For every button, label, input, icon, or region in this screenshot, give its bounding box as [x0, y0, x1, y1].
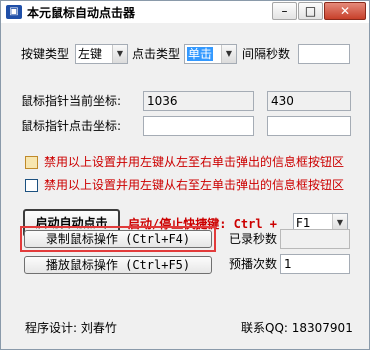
window-title: 本元鼠标自动点击器	[27, 6, 136, 20]
current-y-field: 430	[267, 91, 351, 111]
click-y-input[interactable]	[267, 116, 351, 136]
designer-credit: 程序设计: 刘春竹	[25, 321, 117, 335]
interval-input[interactable]	[298, 44, 350, 64]
record-mouse-button[interactable]: 录制鼠标操作 (Ctrl+F4)	[24, 230, 212, 248]
left-to-right-checkbox[interactable]	[25, 156, 38, 169]
click-type-value: 单击	[187, 47, 214, 61]
maximize-button[interactable]: □	[298, 2, 323, 20]
click-type-label: 点击类型	[132, 47, 181, 61]
hotkey-value: F1	[296, 216, 311, 230]
title-bar[interactable]: ▣ 本元鼠标自动点击器 – □ ✕	[1, 1, 369, 23]
click-coord-label: 鼠标指针点击坐标:	[21, 119, 122, 133]
current-coord-label: 鼠标指针当前坐标:	[21, 94, 122, 108]
right-to-left-checkbox[interactable]	[25, 179, 38, 192]
app-icon: ▣	[6, 5, 22, 19]
repeat-count-label: 预播次数	[229, 257, 278, 271]
right-to-left-label: 禁用以上设置并用左键从右至左单击弹出的信息框按钮区	[44, 178, 345, 192]
click-x-input[interactable]	[143, 116, 254, 136]
close-button[interactable]: ✕	[324, 2, 366, 20]
key-type-value: 左键	[78, 47, 103, 61]
current-x-field: 1036	[143, 91, 254, 111]
left-to-right-label: 禁用以上设置并用左键从左至右单击弹出的信息框按钮区	[44, 155, 345, 169]
interval-label: 间隔秒数	[242, 47, 291, 61]
key-type-label: 按键类型	[21, 47, 70, 61]
chevron-down-icon: ▼	[112, 45, 127, 63]
minimize-button[interactable]: –	[272, 2, 297, 20]
recorded-seconds-field	[280, 229, 350, 249]
chevron-down-icon: ▼	[221, 45, 236, 63]
app-window: ▣ 本元鼠标自动点击器 – □ ✕ 按键类型 左键 ▼ 点击类型 单击 ▼ 间隔…	[0, 0, 370, 350]
contact-qq: 联系QQ: 18307901	[241, 321, 353, 335]
repeat-count-input[interactable]: 1	[280, 254, 350, 274]
key-type-select[interactable]: 左键 ▼	[75, 44, 128, 64]
recorded-seconds-label: 已录秒数	[229, 232, 278, 246]
play-mouse-button[interactable]: 播放鼠标操作 (Ctrl+F5)	[24, 256, 212, 274]
click-type-select[interactable]: 单击 ▼	[184, 44, 237, 64]
